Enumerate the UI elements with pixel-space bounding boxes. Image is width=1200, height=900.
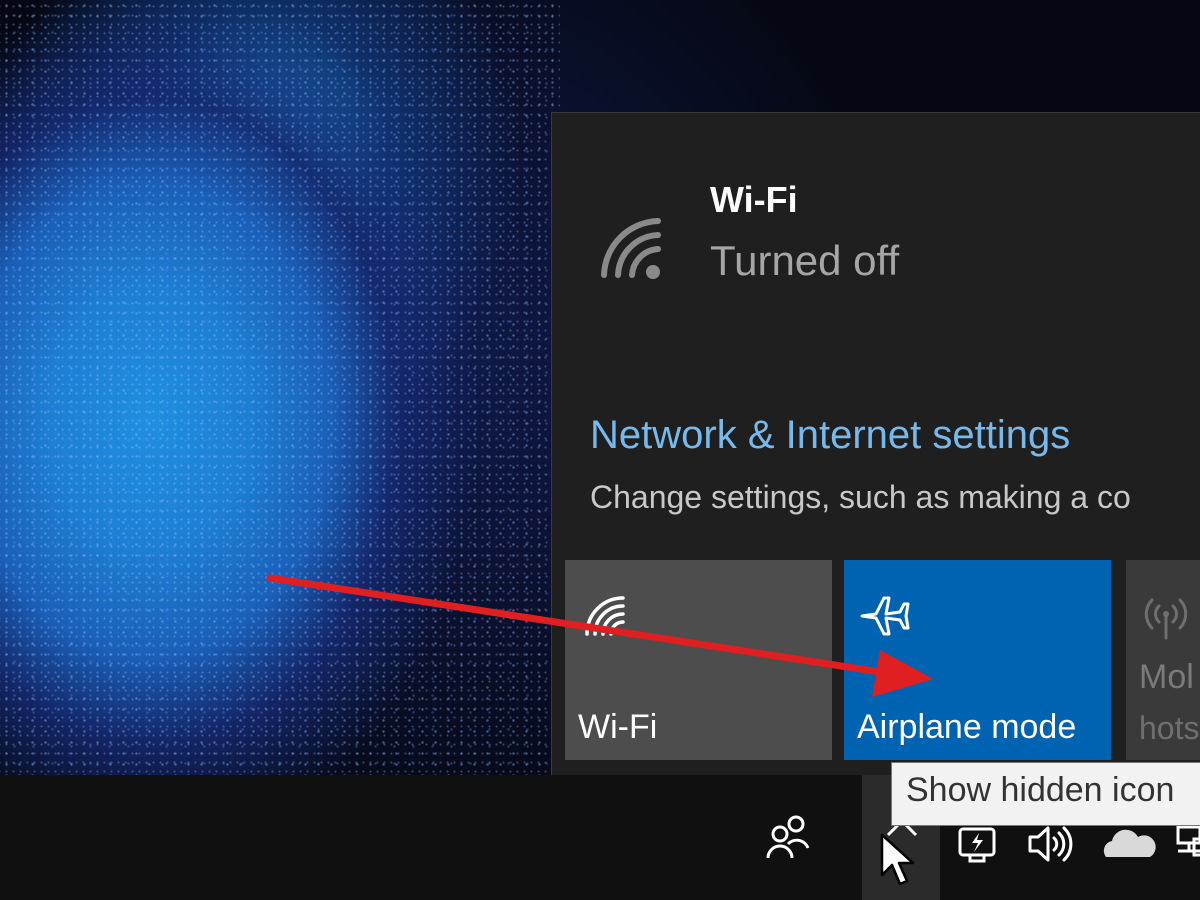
airplane-tile-label: Airplane mode: [857, 708, 1077, 746]
volume-icon[interactable]: [1024, 819, 1074, 869]
airplane-icon: [860, 596, 910, 636]
show-hidden-icons-tooltip: Show hidden icon: [891, 762, 1200, 826]
network-settings-link[interactable]: Network & Internet settings: [590, 413, 1070, 458]
wifi-toggle-tile[interactable]: Wi-Fi: [565, 560, 832, 760]
wifi-status-text: Turned off: [710, 237, 900, 284]
airplane-mode-tile[interactable]: Airplane mode: [844, 560, 1111, 760]
mouse-cursor-icon: [880, 833, 915, 886]
quick-actions: Wi-Fi Airplane mode Mol hots: [565, 560, 1200, 760]
wifi-status-row[interactable]: Wi-Fi Turned off: [552, 113, 1200, 313]
network-settings-description: Change settings, such as making a co: [590, 479, 1131, 515]
network-flyout: Wi-Fi Turned off Network & Internet sett…: [551, 112, 1200, 775]
battery-icon[interactable]: [952, 819, 1002, 869]
network-icon[interactable]: [1172, 819, 1200, 869]
wifi-tile-label: Wi-Fi: [578, 708, 658, 746]
wifi-off-icon: [601, 218, 661, 279]
mobile-hotspot-icon: [1144, 598, 1188, 640]
wallpaper-texture: [0, 0, 560, 775]
wifi-icon: [585, 596, 625, 636]
mobile-hotspot-tile[interactable]: Mol hots: [1126, 560, 1200, 760]
mobile-hotspot-label: Mol: [1139, 658, 1194, 696]
mobile-hotspot-sublabel: hots: [1139, 710, 1200, 746]
onedrive-icon[interactable]: [1100, 819, 1156, 869]
people-icon[interactable]: [760, 810, 816, 866]
wifi-title: Wi-Fi: [710, 179, 798, 220]
